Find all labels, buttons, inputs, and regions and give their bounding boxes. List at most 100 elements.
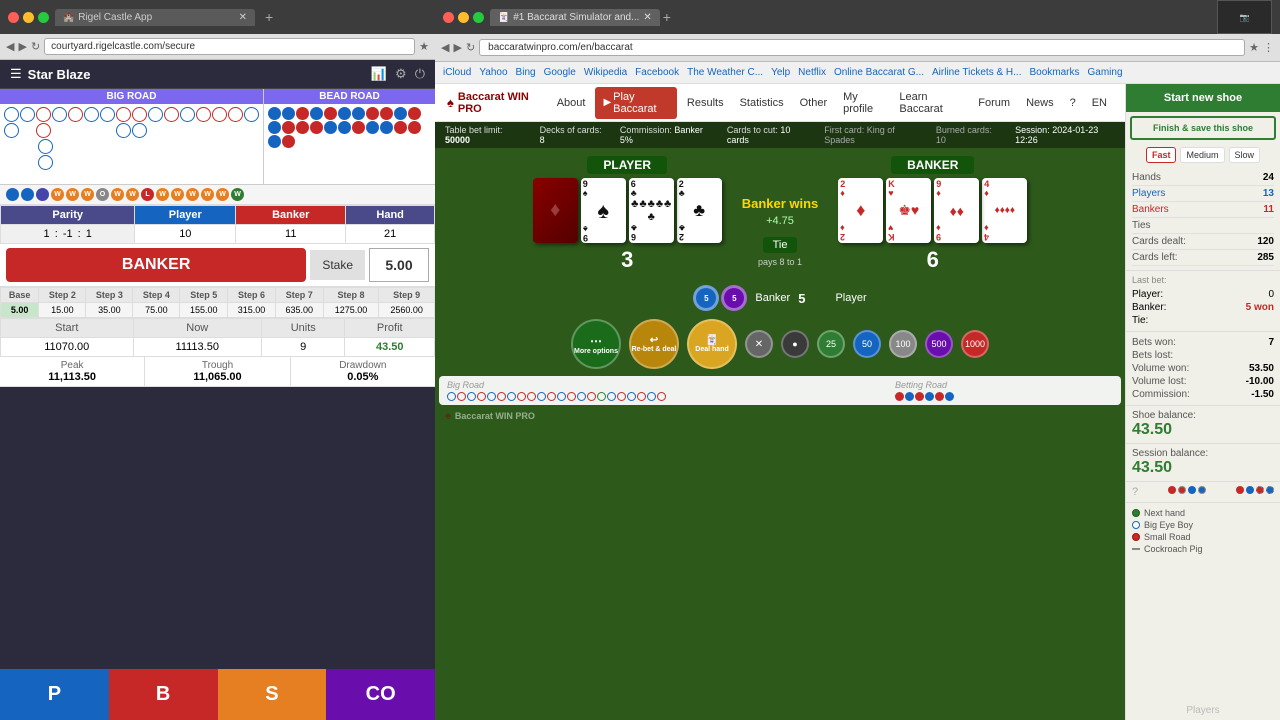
nav-forum[interactable]: Forum xyxy=(972,97,1016,109)
speed-medium-btn[interactable]: Medium xyxy=(1180,147,1224,163)
tie-label: Tie xyxy=(763,237,798,253)
bead xyxy=(310,107,323,120)
nav-play-baccarat[interactable]: ▶ Play Baccarat xyxy=(595,87,676,119)
green-chip-25[interactable]: 25 xyxy=(817,330,845,358)
bookmark-star[interactable]: ★ xyxy=(419,40,429,53)
bookmark-weather[interactable]: The Weather C... xyxy=(687,67,763,78)
maximize-dot xyxy=(38,12,49,23)
bookmark-bing[interactable]: Bing xyxy=(516,67,536,78)
minimize-dot xyxy=(23,12,34,23)
banker-btn-action[interactable]: B xyxy=(109,669,218,720)
bookmark-yahoo[interactable]: Yahoo xyxy=(479,67,507,78)
bookmark-bookmarks[interactable]: Bookmarks xyxy=(1029,67,1079,78)
bookmark-yelp[interactable]: Yelp xyxy=(771,67,790,78)
pattern-dot-w: W xyxy=(156,188,169,201)
speed-fast-btn[interactable]: Fast xyxy=(1146,147,1177,163)
nav-statistics[interactable]: Statistics xyxy=(734,97,790,109)
nav-news[interactable]: News xyxy=(1020,97,1060,109)
banker-hand-label: BANKER xyxy=(891,156,974,174)
nav-learn[interactable]: Learn Baccarat xyxy=(893,91,968,115)
card-9s: 9♠ ♠ 9♠ xyxy=(581,178,626,243)
nav-results[interactable]: Results xyxy=(681,97,730,109)
chart-icon[interactable]: 📊 xyxy=(371,66,387,82)
nav-about[interactable]: About xyxy=(551,97,592,109)
nav-help[interactable]: ? xyxy=(1064,97,1082,109)
road-circle xyxy=(116,107,131,122)
banker-value: 11 xyxy=(236,225,346,244)
settings-icon[interactable]: ⚙ xyxy=(395,66,407,82)
back-btn[interactable]: ◀ xyxy=(6,40,14,53)
bookmark-facebook[interactable]: Facebook xyxy=(635,67,679,78)
rebet-btn[interactable]: ↩ Re-bet & deal xyxy=(629,319,679,369)
bookmark-google[interactable]: Google xyxy=(544,67,576,78)
chip-100[interactable]: 100 xyxy=(889,330,917,358)
nav-profile[interactable]: My profile xyxy=(837,91,889,115)
bookmark-netflix[interactable]: Netflix xyxy=(798,67,826,78)
squeeze-btn[interactable]: S xyxy=(218,669,327,720)
forward-btn[interactable]: ▶ xyxy=(18,40,26,53)
bead xyxy=(324,121,337,134)
step7-header: Step 7 xyxy=(275,288,323,303)
finish-save-btn[interactable]: Finish & save this shoe xyxy=(1130,116,1276,140)
more-options-btn[interactable]: ⋯ More options xyxy=(571,319,621,369)
shoe-balance-label: Shoe balance: xyxy=(1132,410,1274,421)
forward-btn-r[interactable]: ▶ xyxy=(453,41,461,54)
refresh-btn-r[interactable]: ↻ xyxy=(466,41,475,54)
help-icon-sidebar[interactable]: ? xyxy=(1132,486,1138,498)
bead xyxy=(324,107,337,120)
bookmark-star-r[interactable]: ★ xyxy=(1249,41,1259,54)
rd xyxy=(647,392,656,401)
player-score: 3 xyxy=(621,247,633,273)
last-bet-title: Last bet: xyxy=(1132,275,1274,285)
power-icon[interactable]: ⏻ xyxy=(415,66,425,82)
chip-500[interactable]: 500 xyxy=(925,330,953,358)
menu-icon[interactable]: ☰ xyxy=(10,66,22,82)
speed-slow-btn[interactable]: Slow xyxy=(1229,147,1261,163)
webcam-preview: 📷 xyxy=(1217,0,1272,34)
step6-header: Step 6 xyxy=(228,288,276,303)
rd xyxy=(467,392,476,401)
bookmark-gaming[interactable]: Gaming xyxy=(1088,67,1123,78)
road-circle xyxy=(116,123,131,138)
co-btn[interactable]: CO xyxy=(326,669,435,720)
address-bar-left[interactable]: courtyard.rigelcastle.com/secure xyxy=(44,38,415,55)
left-browser-tab[interactable]: 🏰 Rigel Castle App ✕ xyxy=(55,9,255,26)
nav-other[interactable]: Other xyxy=(794,97,834,109)
rd-small xyxy=(915,392,924,401)
cancel-chip-btn[interactable]: ✕ xyxy=(745,330,773,358)
tab-close[interactable]: ✕ xyxy=(239,12,247,23)
banker-hand-section: BANKER 2♦ ♦ 2♦ xyxy=(838,156,1027,273)
small-chip-btn[interactable]: ● xyxy=(781,330,809,358)
bookmark-baccarat[interactable]: Online Baccarat G... xyxy=(834,67,924,78)
banker-bet-button[interactable]: BANKER xyxy=(6,248,306,282)
pattern-dot-w: W xyxy=(186,188,199,201)
bead xyxy=(394,121,407,134)
blue-chip-50[interactable]: 50 xyxy=(853,330,881,358)
back-btn-r[interactable]: ◀ xyxy=(441,41,449,54)
bookmark-wikipedia[interactable]: Wikipedia xyxy=(584,67,627,78)
deal-hand-btn[interactable]: 🃏 Deal hand xyxy=(687,319,737,369)
bookmark-airline[interactable]: Airline Tickets & H... xyxy=(932,67,1021,78)
card-hidden: ♦ xyxy=(533,178,578,243)
bead xyxy=(380,107,393,120)
rd-small xyxy=(895,392,904,401)
s8-val: 1275.00 xyxy=(323,303,379,318)
menu-dots-r[interactable]: ⋮ xyxy=(1263,41,1274,54)
player-btn[interactable]: P xyxy=(0,669,109,720)
add-tab-btn-r[interactable]: + xyxy=(663,9,671,25)
banker-bet-display: 5 5 Banker 5 xyxy=(693,285,805,311)
refresh-btn[interactable]: ↻ xyxy=(31,40,40,53)
session-balance-value: 43.50 xyxy=(1132,459,1274,477)
trough-cell: Trough 11,065.00 xyxy=(145,357,290,386)
rd xyxy=(547,392,556,401)
chip-1000[interactable]: 1000 xyxy=(961,330,989,358)
legend-dot-red2 xyxy=(1178,486,1186,494)
nav-lang[interactable]: EN xyxy=(1086,97,1113,109)
player-value: 10 xyxy=(135,225,236,244)
start-new-shoe-btn[interactable]: Start new shoe xyxy=(1126,84,1280,112)
right-browser-tab-active[interactable]: 🃏 #1 Baccarat Simulator and... ✕ xyxy=(490,9,660,26)
address-bar-right[interactable]: baccaratwinpro.com/en/baccarat xyxy=(479,39,1245,56)
tab-close-r[interactable]: ✕ xyxy=(643,12,651,23)
bookmark-icloud[interactable]: iCloud xyxy=(443,67,471,78)
add-tab-btn[interactable]: + xyxy=(265,9,273,25)
